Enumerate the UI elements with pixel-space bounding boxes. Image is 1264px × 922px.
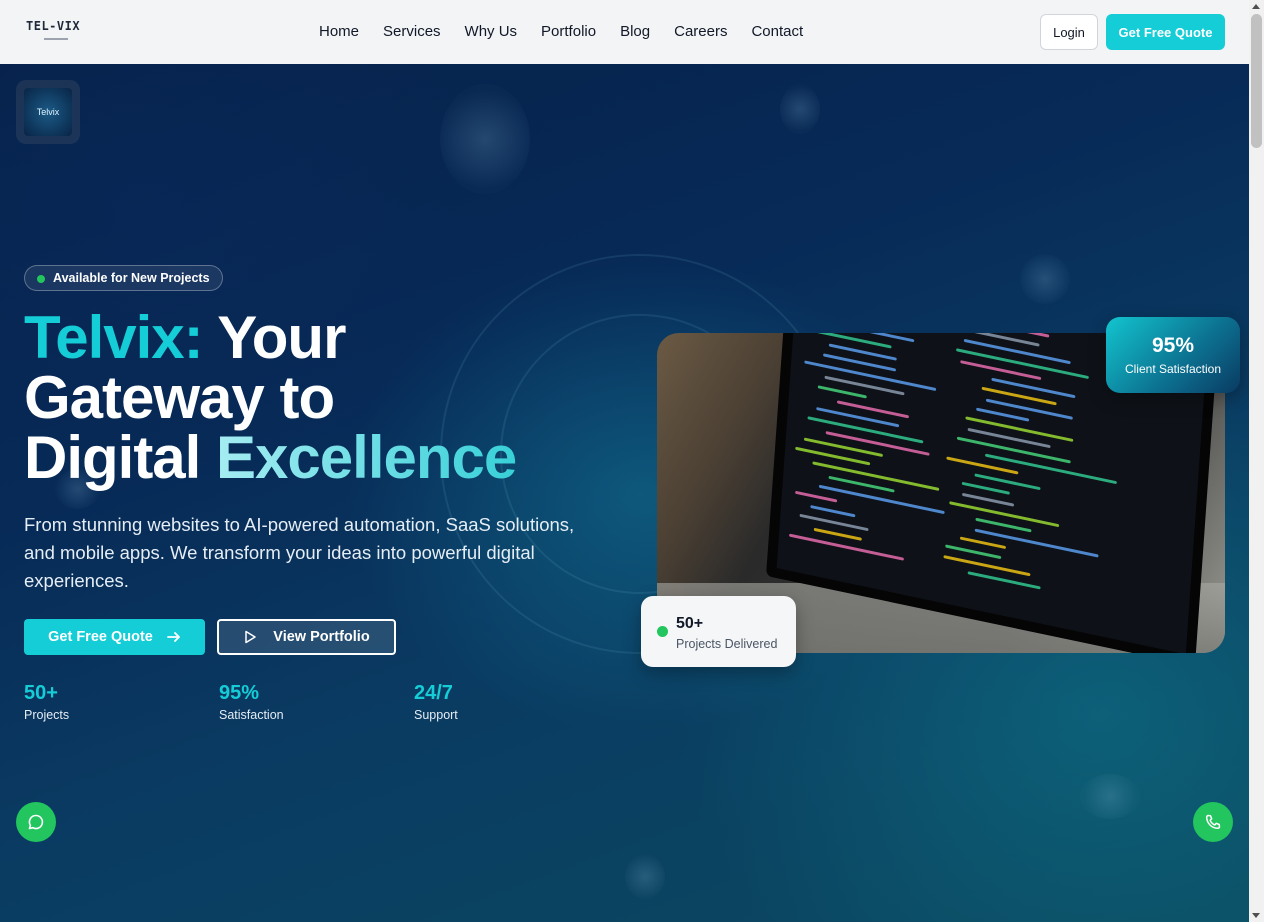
code-line: [813, 527, 862, 541]
stat-label: Satisfaction: [219, 708, 284, 722]
stat-value: 50+: [24, 682, 58, 704]
scroll-thumb[interactable]: [1251, 14, 1262, 148]
title-part-1: Your: [202, 304, 346, 371]
code-line: [817, 385, 867, 399]
page-scrollbar[interactable]: [1249, 0, 1264, 922]
scroll-down-arrow-icon[interactable]: [1252, 913, 1260, 918]
projects-delivered-card: 50+ Projects Delivered: [641, 596, 796, 667]
status-dot-icon: [37, 275, 45, 283]
main-nav: Home Services Why Us Portfolio Blog Care…: [319, 23, 827, 41]
satisfaction-value: 95%: [1151, 334, 1195, 357]
call-button[interactable]: [1193, 802, 1233, 842]
corner-thumbnail[interactable]: Telvix: [16, 80, 80, 144]
code-line: [810, 505, 856, 518]
stat-value: 95%: [219, 682, 260, 704]
get-free-quote-button[interactable]: Get Free Quote: [24, 619, 205, 655]
code-line: [943, 555, 1031, 577]
nav-blog[interactable]: Blog: [620, 23, 650, 41]
get-free-quote-label: Get Free Quote: [48, 629, 153, 645]
hero-subtitle: From stunning websites to AI-powered aut…: [24, 514, 575, 591]
login-button[interactable]: Login: [1040, 14, 1098, 50]
stat-support: 24/7 Support: [414, 681, 458, 722]
title-brand: Telvix:: [24, 304, 204, 371]
play-icon: [245, 630, 257, 644]
phone-icon: [1205, 814, 1221, 830]
code-line: [961, 481, 1010, 495]
code-line: [807, 333, 892, 349]
stat-value: 24/7: [414, 682, 453, 704]
stat-label: Projects: [24, 708, 70, 722]
nav-services[interactable]: Services: [383, 23, 441, 41]
background-orb: [780, 84, 820, 134]
projects-label: Projects Delivered: [676, 637, 778, 651]
code-line: [991, 377, 1076, 399]
corner-thumbnail-image: Telvix: [24, 88, 72, 136]
nav-portfolio[interactable]: Portfolio: [541, 23, 596, 41]
view-portfolio-button[interactable]: View Portfolio: [217, 619, 396, 655]
title-part-3: Digital: [24, 424, 217, 491]
background-orb: [1080, 774, 1140, 819]
chat-button[interactable]: [16, 802, 56, 842]
nav-careers[interactable]: Careers: [674, 23, 727, 41]
site-header: TEL-VIX Home Services Why Us Portfolio B…: [0, 0, 1249, 64]
title-highlight: Excellence: [216, 424, 517, 491]
chat-icon: [28, 814, 44, 830]
client-satisfaction-card: 95% Client Satisfaction: [1106, 317, 1240, 393]
code-line: [985, 398, 1073, 420]
stat-satisfaction: 95% Satisfaction: [219, 681, 284, 722]
availability-badge: Available for New Projects: [24, 265, 223, 291]
projects-value: 50+: [676, 615, 704, 632]
background-orb: [1020, 254, 1070, 304]
hero-title: Telvix: Your Gateway to Digital Excellen…: [24, 308, 517, 491]
background-orb: [440, 84, 530, 194]
title-part-2: Gateway to: [24, 364, 335, 431]
code-line: [795, 490, 838, 503]
logo-underline: [44, 38, 68, 40]
scroll-up-arrow-icon[interactable]: [1252, 4, 1260, 9]
stat-projects: 50+ Projects: [24, 681, 69, 722]
nav-home[interactable]: Home: [319, 23, 359, 41]
brand-logo[interactable]: TEL-VIX: [26, 17, 82, 40]
background-orb: [625, 854, 665, 899]
code-line: [799, 513, 869, 532]
hero-section: Telvix Available for New Projects Telvix…: [0, 64, 1249, 922]
nav-contact[interactable]: Contact: [751, 23, 803, 41]
logo-text: TEL-VIX: [26, 19, 81, 33]
header-quote-button[interactable]: Get Free Quote: [1106, 14, 1225, 50]
status-dot-icon: [657, 626, 668, 637]
satisfaction-label: Client Satisfaction: [1124, 362, 1222, 376]
arrow-right-icon: [166, 632, 180, 642]
availability-text: Available for New Projects: [53, 271, 210, 285]
stat-label: Support: [414, 708, 458, 722]
nav-why-us[interactable]: Why Us: [465, 23, 518, 41]
code-line: [959, 536, 1007, 550]
view-portfolio-label: View Portfolio: [273, 629, 370, 645]
